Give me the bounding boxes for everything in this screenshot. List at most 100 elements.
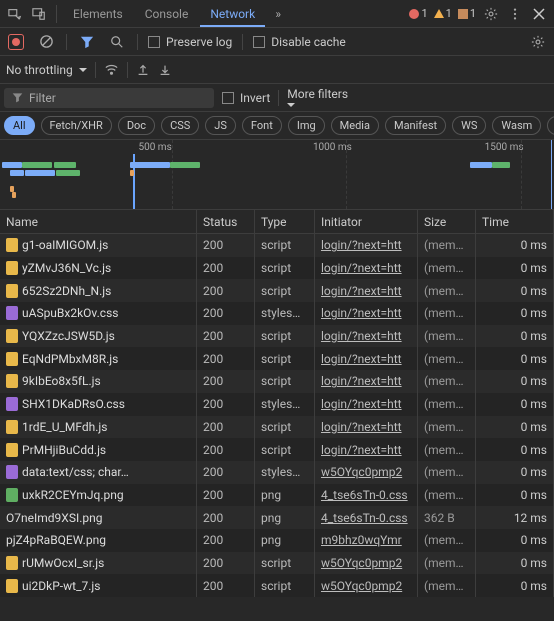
initiator-link[interactable]: login/?next=htt bbox=[321, 443, 402, 457]
col-status[interactable]: Status bbox=[197, 210, 255, 233]
issue-badge[interactable]: 1 bbox=[458, 7, 476, 20]
cell-name: uASpuBx2kOv.css bbox=[0, 302, 197, 325]
initiator-link[interactable]: login/?next=htt bbox=[321, 261, 402, 275]
col-initiator[interactable]: Initiator bbox=[315, 210, 418, 233]
table-row[interactable]: yZMvJ36N_Vc.js200scriptlogin/?next=htt(m… bbox=[0, 257, 554, 280]
warning-count: 1 bbox=[446, 7, 452, 20]
initiator-link[interactable]: login/?next=htt bbox=[321, 397, 402, 411]
initiator-link[interactable]: login/?next=htt bbox=[321, 306, 402, 320]
table-row[interactable]: 1rdE_U_MFdh.js200scriptlogin/?next=htt(m… bbox=[0, 416, 554, 439]
table-row[interactable]: rUMwOcxI_sr.js200scriptw5OYqc0pmp2(mem…0… bbox=[0, 552, 554, 575]
table-row[interactable]: O7neImd9XSI.png200png4_tse6sTn-0.css362 … bbox=[0, 506, 554, 529]
table-row[interactable]: g1-oaIMIGOM.js200scriptlogin/?next=htt(m… bbox=[0, 234, 554, 257]
chip-fetchxhr[interactable]: Fetch/XHR bbox=[41, 116, 112, 135]
table-row[interactable]: PrMHjiBuCdd.js200scriptlogin/?next=htt(m… bbox=[0, 438, 554, 461]
disable-cache-label: Disable cache bbox=[271, 35, 346, 49]
table-row[interactable]: pjZ4pRaBQEW.png200pngm9bhz0wqYmr(mem…0 m… bbox=[0, 529, 554, 552]
clear-icon[interactable] bbox=[36, 32, 56, 52]
col-time[interactable]: Time bbox=[476, 210, 554, 233]
table-row[interactable]: data:text/css; char…200styles…w5OYqc0pmp… bbox=[0, 461, 554, 484]
close-icon[interactable] bbox=[528, 3, 550, 25]
table-row[interactable]: EqNdPMbxM8R.js200scriptlogin/?next=htt(m… bbox=[0, 347, 554, 370]
cell-initiator: login/?next=htt bbox=[315, 438, 418, 461]
initiator-link[interactable]: w5OYqc0pmp2 bbox=[321, 579, 402, 593]
tab-network[interactable]: Network bbox=[200, 1, 265, 27]
settings-icon[interactable] bbox=[480, 3, 502, 25]
cell-name: pjZ4pRaBQEW.png bbox=[0, 529, 197, 552]
col-name[interactable]: Name bbox=[0, 210, 197, 233]
chip-media[interactable]: Media bbox=[331, 116, 379, 135]
table-row[interactable]: uxkR2CEYmJq.png200png4_tse6sTn-0.css(mem… bbox=[0, 484, 554, 507]
table-row[interactable]: 9kIbEo8x5fL.js200scriptlogin/?next=htt(m… bbox=[0, 370, 554, 393]
initiator-link[interactable]: login/?next=htt bbox=[321, 284, 402, 298]
initiator-link[interactable]: login/?next=htt bbox=[321, 420, 402, 434]
table-row[interactable]: ui2DkP-wt_7.js200scriptw5OYqc0pmp2(mem…0… bbox=[0, 574, 554, 597]
cell-status: 200 bbox=[197, 279, 255, 302]
error-badge[interactable]: 1 bbox=[409, 7, 427, 20]
initiator-link[interactable]: 4_tse6sTn-0.css bbox=[321, 511, 408, 525]
cell-type: script bbox=[255, 325, 315, 348]
more-tabs-icon[interactable]: » bbox=[267, 3, 289, 25]
table-row[interactable]: SHX1DKaDRsO.css200styles…login/?next=htt… bbox=[0, 393, 554, 416]
preserve-log-checkbox[interactable]: Preserve log bbox=[148, 35, 232, 49]
warning-badge[interactable]: 1 bbox=[434, 7, 452, 20]
js-file-icon bbox=[6, 374, 18, 388]
table-row[interactable]: uASpuBx2kOv.css200styles…login/?next=htt… bbox=[0, 302, 554, 325]
initiator-link[interactable]: login/?next=htt bbox=[321, 374, 402, 388]
chip-all[interactable]: All bbox=[4, 116, 35, 135]
initiator-link[interactable]: login/?next=htt bbox=[321, 329, 402, 343]
inspect-element-icon[interactable] bbox=[4, 3, 26, 25]
cell-time: 0 ms bbox=[476, 347, 554, 370]
more-filters-select[interactable]: More filters bbox=[287, 87, 348, 109]
separator bbox=[137, 34, 138, 50]
upload-har-icon[interactable] bbox=[136, 63, 150, 77]
col-size[interactable]: Size bbox=[418, 210, 476, 233]
invert-checkbox[interactable]: Invert bbox=[222, 91, 270, 105]
chip-doc[interactable]: Doc bbox=[118, 116, 155, 135]
separator bbox=[278, 90, 279, 106]
initiator-link[interactable]: 4_tse6sTn-0.css bbox=[321, 488, 408, 502]
download-har-icon[interactable] bbox=[158, 63, 172, 77]
chip-manifest[interactable]: Manifest bbox=[385, 116, 446, 135]
cell-name: 9kIbEo8x5fL.js bbox=[0, 370, 197, 393]
disable-cache-checkbox[interactable]: Disable cache bbox=[253, 35, 346, 49]
separator bbox=[242, 34, 243, 50]
chip-font[interactable]: Font bbox=[242, 116, 282, 135]
cell-initiator: login/?next=htt bbox=[315, 370, 418, 393]
chip-other[interactable]: Other bbox=[547, 116, 554, 135]
tab-elements[interactable]: Elements bbox=[63, 1, 133, 27]
throttling-select[interactable]: No throttling bbox=[6, 63, 87, 77]
chip-ws[interactable]: WS bbox=[452, 116, 486, 135]
cell-type: png bbox=[255, 529, 315, 552]
tab-console[interactable]: Console bbox=[135, 1, 199, 27]
cell-name: ui2DkP-wt_7.js bbox=[0, 574, 197, 597]
chip-css[interactable]: CSS bbox=[161, 116, 199, 135]
resource-type-chips: All Fetch/XHR Doc CSS JS Font Img Media Manifest… bbox=[0, 112, 554, 140]
funnel-icon bbox=[12, 92, 23, 103]
table-row[interactable]: YQXZzcJSW5D.js200scriptlogin/?next=htt(m… bbox=[0, 325, 554, 348]
col-type[interactable]: Type bbox=[255, 210, 315, 233]
js-file-icon bbox=[6, 420, 18, 434]
initiator-link[interactable]: login/?next=htt bbox=[321, 238, 402, 252]
cell-status: 200 bbox=[197, 302, 255, 325]
waterfall-overview[interactable]: 500 ms 1000 ms 1500 ms bbox=[0, 140, 554, 210]
chip-wasm[interactable]: Wasm bbox=[492, 116, 541, 135]
initiator-link[interactable]: m9bhz0wqYmr bbox=[321, 533, 402, 547]
chip-js[interactable]: JS bbox=[205, 116, 236, 135]
initiator-link[interactable]: w5OYqc0pmp2 bbox=[321, 556, 402, 570]
cell-type: png bbox=[255, 506, 315, 529]
table-row[interactable]: 652Sz2DNh_N.js200scriptlogin/?next=htt(m… bbox=[0, 279, 554, 302]
kebab-menu-icon[interactable] bbox=[504, 3, 526, 25]
cell-type: script bbox=[255, 416, 315, 439]
cell-initiator: w5OYqc0pmp2 bbox=[315, 461, 418, 484]
record-button[interactable] bbox=[6, 32, 26, 52]
device-toolbar-icon[interactable] bbox=[28, 3, 50, 25]
network-settings-icon[interactable] bbox=[528, 32, 548, 52]
wifi-icon[interactable] bbox=[104, 62, 119, 77]
filter-input[interactable]: Filter bbox=[4, 88, 214, 108]
chip-img[interactable]: Img bbox=[288, 116, 325, 135]
filter-toggle-icon[interactable] bbox=[77, 32, 97, 52]
initiator-link[interactable]: w5OYqc0pmp2 bbox=[321, 465, 402, 479]
search-icon[interactable] bbox=[107, 32, 127, 52]
initiator-link[interactable]: login/?next=htt bbox=[321, 352, 402, 366]
